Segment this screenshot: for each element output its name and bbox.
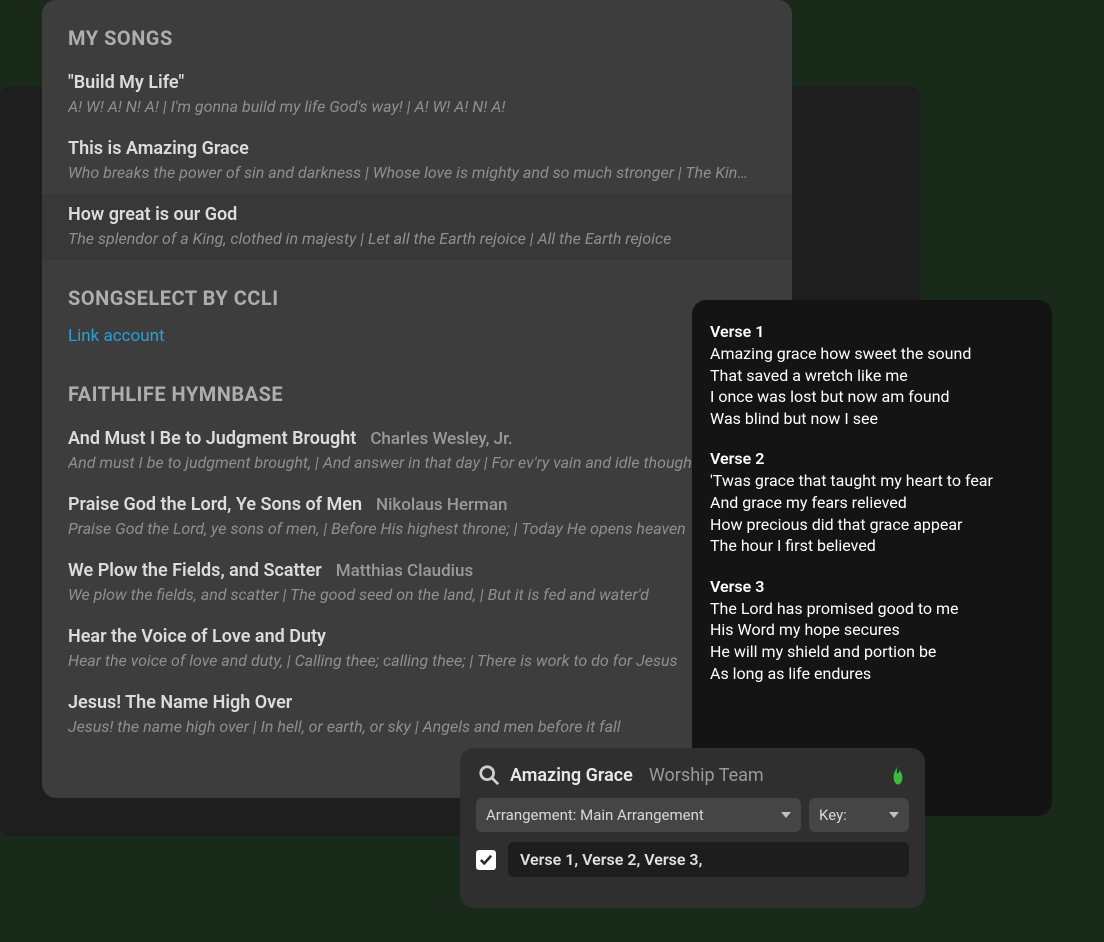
verse-heading: Verse 1 bbox=[710, 322, 1034, 341]
song-title: "Build My Life" bbox=[68, 72, 184, 93]
verse-line: And grace my fears relieved bbox=[710, 492, 1034, 514]
verse-heading: Verse 2 bbox=[710, 449, 1034, 468]
check-icon bbox=[479, 854, 493, 866]
song-title: How great is our God bbox=[68, 204, 237, 225]
search-panel: Amazing Grace Worship Team Arrangement: … bbox=[460, 748, 925, 908]
verse-line: 'Twas grace that taught my heart to fear bbox=[710, 470, 1034, 492]
song-snippet: A! W! A! N! A! | I'm gonna build my life… bbox=[68, 97, 766, 116]
chevron-down-icon bbox=[889, 812, 899, 818]
song-title: Hear the Voice of Love and Duty bbox=[68, 626, 326, 647]
verse-block: Verse 3 The Lord has promised good to me… bbox=[710, 577, 1034, 684]
songselect-header: SONGSELECT BY CCLI bbox=[42, 260, 792, 322]
song-title: Jesus! The Name High Over bbox=[68, 692, 292, 713]
verse-heading: Verse 3 bbox=[710, 577, 1034, 596]
verse-selection-input[interactable]: Verse 1, Verse 2, Verse 3, bbox=[508, 842, 909, 877]
song-title: We Plow the Fields, and Scatter bbox=[68, 560, 322, 581]
arrangement-label: Arrangement: Main Arrangement bbox=[486, 806, 704, 824]
song-row[interactable]: Jesus! The Name High Over Jesus! the nam… bbox=[42, 682, 792, 748]
verse-line: I once was lost but now am found bbox=[710, 386, 1034, 408]
key-dropdown[interactable]: Key: bbox=[809, 798, 909, 832]
flame-icon bbox=[889, 764, 907, 786]
song-row[interactable]: Hear the Voice of Love and Duty Hear the… bbox=[42, 616, 792, 682]
search-header-row: Amazing Grace Worship Team bbox=[472, 762, 913, 798]
song-row[interactable]: "Build My Life" A! W! A! N! A! | I'm gon… bbox=[42, 62, 792, 128]
song-title: And Must I Be to Judgment Brought bbox=[68, 428, 356, 449]
verse-line: Amazing grace how sweet the sound bbox=[710, 343, 1034, 365]
song-row[interactable]: How great is our God The splendor of a K… bbox=[42, 194, 792, 260]
key-label: Key: bbox=[819, 806, 847, 824]
verse-line: How precious did that grace appear bbox=[710, 514, 1034, 536]
search-subtitle: Worship Team bbox=[649, 765, 764, 786]
verse-checkbox[interactable] bbox=[476, 850, 496, 870]
verse-line: Was blind but now I see bbox=[710, 408, 1034, 430]
song-row[interactable]: And Must I Be to Judgment Brought Charle… bbox=[42, 418, 792, 484]
arrangement-dropdown[interactable]: Arrangement: Main Arrangement bbox=[476, 798, 801, 832]
dropdown-row: Arrangement: Main Arrangement Key: bbox=[472, 798, 913, 832]
song-snippet: We plow the fields, and scatter | The go… bbox=[68, 585, 766, 604]
song-row[interactable]: This is Amazing Grace Who breaks the pow… bbox=[42, 128, 792, 194]
song-author: Matthias Claudius bbox=[336, 561, 473, 581]
song-title: This is Amazing Grace bbox=[68, 138, 249, 159]
song-snippet: And must I be to judgment brought, | And… bbox=[68, 453, 766, 472]
verse-line: He will my shield and portion be bbox=[710, 641, 1034, 663]
search-title: Amazing Grace bbox=[510, 765, 633, 786]
search-icon[interactable] bbox=[478, 764, 500, 786]
song-title: Praise God the Lord, Ye Sons of Men bbox=[68, 494, 362, 515]
verse-line: As long as life endures bbox=[710, 663, 1034, 685]
song-author: Nikolaus Herman bbox=[376, 495, 507, 515]
verse-select-row: Verse 1, Verse 2, Verse 3, bbox=[472, 842, 913, 877]
chevron-down-icon bbox=[781, 812, 791, 818]
verse-line: The hour I first believed bbox=[710, 535, 1034, 557]
song-author: Charles Wesley, Jr. bbox=[370, 429, 512, 449]
song-list-panel: MY SONGS "Build My Life" A! W! A! N! A! … bbox=[42, 0, 792, 798]
song-snippet: Hear the voice of love and duty, | Calli… bbox=[68, 651, 766, 670]
verse-block: Verse 2 'Twas grace that taught my heart… bbox=[710, 449, 1034, 556]
verse-line: The Lord has promised good to me bbox=[710, 598, 1034, 620]
song-row[interactable]: We Plow the Fields, and Scatter Matthias… bbox=[42, 550, 792, 616]
verse-block: Verse 1 Amazing grace how sweet the soun… bbox=[710, 322, 1034, 429]
verse-line: His Word my hope secures bbox=[710, 619, 1034, 641]
lyrics-panel: Verse 1 Amazing grace how sweet the soun… bbox=[692, 300, 1052, 816]
song-snippet: The splendor of a King, clothed in majes… bbox=[68, 229, 766, 248]
song-snippet: Who breaks the power of sin and darkness… bbox=[68, 163, 766, 182]
hymnbase-header: FAITHLIFE HYMNBASE bbox=[42, 356, 792, 418]
song-snippet: Praise God the Lord, ye sons of men, | B… bbox=[68, 519, 766, 538]
link-account-link[interactable]: Link account bbox=[42, 322, 792, 356]
song-row[interactable]: Praise God the Lord, Ye Sons of Men Niko… bbox=[42, 484, 792, 550]
my-songs-header: MY SONGS bbox=[42, 0, 792, 62]
verse-line: That saved a wretch like me bbox=[710, 365, 1034, 387]
song-snippet: Jesus! the name high over | In hell, or … bbox=[68, 717, 766, 736]
